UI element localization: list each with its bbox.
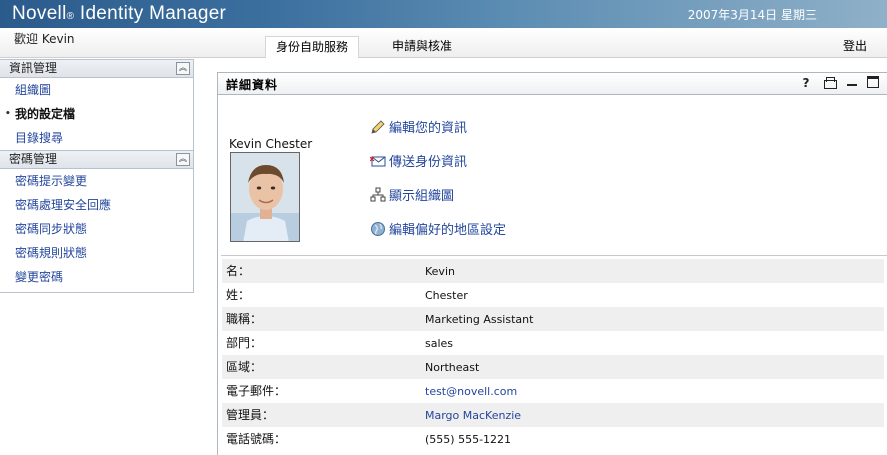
sidebar-group-password-management: 密碼管理 ︽ 密碼提示變更 密碼處理安全回應 密碼同步狀態 密碼規則狀態 變更密… [0, 151, 193, 289]
profile-photo [230, 152, 300, 242]
table-row: 名： Kevin [222, 259, 884, 283]
sidebar-item-password-sync-status[interactable]: 密碼同步狀態 [0, 217, 193, 241]
app-logo: Novell® Identity Manager [12, 3, 227, 24]
tab-identity-self-service[interactable]: 身份自助服務 [265, 36, 360, 58]
portlet-toolbar: ? [799, 76, 879, 90]
detail-value: Marketing Assistant [425, 313, 534, 326]
sidebar: 資訊管理 ︽ 組織圖 我的設定檔 目錄搜尋 密碼管理 ︽ 密碼提示變更 密碼處理… [0, 59, 194, 293]
app-banner: Novell® Identity Manager 2007年3月14日 星期三 [0, 0, 887, 28]
sidebar-item-password-hint-change[interactable]: 密碼提示變更 [0, 169, 193, 193]
globe-icon [371, 221, 385, 236]
email-link[interactable]: test@novell.com [425, 385, 517, 398]
welcome-text: 歡迎 Kevin [14, 32, 75, 46]
portlet-title: 詳細資料 [226, 78, 279, 92]
table-row: 區域： Northeast [222, 355, 884, 379]
sidebar-group-info-management: 資訊管理 ︽ 組織圖 我的設定檔 目錄搜尋 [0, 60, 193, 151]
sidebar-item-password-policy-status[interactable]: 密碼規則狀態 [0, 241, 193, 265]
sidebar-item-org-chart[interactable]: 組織圖 [0, 78, 193, 102]
show-org-chart-link[interactable]: 顯示組織圖 [370, 185, 454, 204]
detail-label: 姓： [226, 288, 251, 302]
detail-value: sales [425, 337, 454, 350]
help-icon[interactable]: ? [799, 76, 813, 90]
logout-link[interactable]: 登出 [843, 37, 867, 54]
detail-label: 管理員： [226, 408, 275, 422]
sidebar-item-my-profile[interactable]: 我的設定檔 [0, 102, 193, 126]
table-row: 姓： Chester [222, 283, 884, 307]
detail-label: 名： [226, 264, 251, 278]
envelope-icon [370, 156, 386, 166]
detail-label: 部門： [226, 336, 263, 350]
detail-label: 職稱： [226, 312, 263, 326]
table-row: 電話號碼： (555) 555-1221 [222, 427, 884, 451]
manager-link[interactable]: Margo MacKenzie [425, 409, 521, 422]
detail-value: Chester [425, 289, 468, 302]
detail-label: 電話號碼： [226, 432, 287, 446]
table-row: 管理員： Margo MacKenzie [222, 403, 884, 427]
sidebar-group-header: 資訊管理 ︽ [0, 60, 193, 78]
top-nav: 歡迎 Kevin 身份自助服務 申請與核准 登出 [0, 28, 887, 58]
tab-requests-approvals[interactable]: 申請與核准 [382, 36, 462, 58]
minimize-icon[interactable] [847, 76, 857, 86]
collapse-icon[interactable]: ︽ [176, 153, 190, 166]
table-row: 電子郵件： test@novell.com [222, 379, 884, 403]
header-date: 2007年3月14日 星期三 [687, 8, 817, 22]
maximize-icon[interactable] [867, 76, 879, 88]
section-divider [221, 255, 887, 256]
edit-info-link[interactable]: 編輯您的資訊 [370, 117, 467, 136]
table-row: 職稱： Marketing Assistant [222, 307, 884, 331]
pencil-icon [371, 119, 385, 134]
details-table: 名： Kevin 姓： Chester 職稱： Marketing Assist… [222, 259, 884, 451]
sidebar-item-directory-search[interactable]: 目錄搜尋 [0, 126, 193, 150]
org-chart-icon [370, 187, 386, 201]
detail-label: 電子郵件： [226, 384, 287, 398]
details-portlet: 詳細資料 ? Kevin Chester 編輯您的資訊 傳送身份資訊 顯示組織圖… [217, 72, 887, 455]
profile-name: Kevin Chester [229, 137, 313, 151]
table-row: 部門： sales [222, 331, 884, 355]
portlet-title-bar: 詳細資料 ? [218, 73, 887, 95]
sidebar-item-change-password[interactable]: 變更密碼 [0, 265, 193, 289]
print-icon[interactable] [823, 76, 837, 90]
detail-value: (555) 555-1221 [425, 433, 512, 446]
detail-label: 區域： [226, 360, 263, 374]
sidebar-group-header: 密碼管理 ︽ [0, 151, 193, 169]
collapse-icon[interactable]: ︽ [176, 62, 190, 75]
send-identity-info-link[interactable]: 傳送身份資訊 [370, 151, 467, 170]
detail-value: Kevin [425, 265, 455, 278]
detail-value: Northeast [425, 361, 480, 374]
edit-locale-preferences-link[interactable]: 編輯偏好的地區設定 [370, 219, 506, 238]
sidebar-item-password-challenge-response[interactable]: 密碼處理安全回應 [0, 193, 193, 217]
